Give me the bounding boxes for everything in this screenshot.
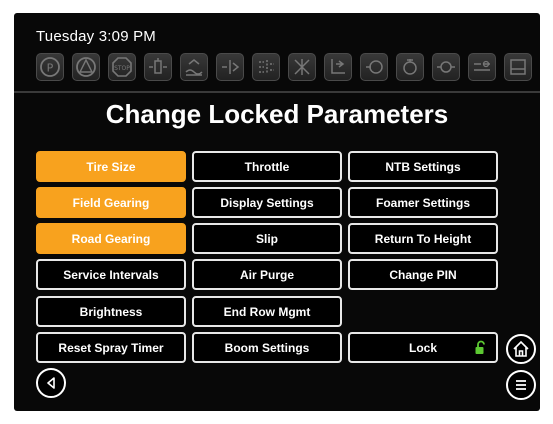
field-gearing-label: Field Gearing (72, 195, 150, 210)
return-to-height-label: Return To Height (374, 231, 472, 246)
foamer-settings-button[interactable]: Foamer Settings (348, 187, 498, 218)
return-to-height-button[interactable]: Return To Height (348, 223, 498, 254)
lock-label: Lock (408, 340, 437, 355)
boom-settings-button[interactable]: Boom Settings (192, 332, 342, 363)
throttle-button[interactable]: Throttle (192, 151, 342, 182)
status-datetime: Tuesday 3:09 PM (36, 28, 157, 45)
road-gearing-label: Road Gearing (71, 231, 151, 246)
stop-icon[interactable]: STOP (108, 53, 136, 81)
brightness-label: Brightness (79, 304, 143, 319)
reset-spray-timer-label: Reset Spray Timer (58, 340, 164, 355)
back-arrow-icon (47, 377, 55, 389)
fluid-level-icon[interactable] (468, 53, 496, 81)
nozzle-icon[interactable] (252, 53, 280, 81)
slip-label: Slip (255, 231, 278, 246)
home-button[interactable] (506, 334, 536, 364)
ntb-settings-button[interactable]: NTB Settings (348, 151, 498, 182)
air-purge-button[interactable]: Air Purge (192, 259, 342, 290)
road-gearing-button[interactable]: Road Gearing (36, 223, 186, 254)
spray-pattern-icon[interactable] (288, 53, 316, 81)
warning-icon[interactable] (72, 53, 100, 81)
boom-section-icon[interactable] (144, 53, 172, 81)
sprayer-flow-icon[interactable] (180, 53, 208, 81)
menu-button[interactable] (506, 370, 536, 400)
status-icon-bar: P STOP (36, 53, 536, 81)
display-screen: Tuesday 3:09 PM P STOP Change Locked Par… (14, 13, 540, 411)
pump-icon[interactable] (432, 53, 460, 81)
svg-text:STOP: STOP (114, 65, 130, 72)
air-purge-label: Air Purge (239, 267, 294, 282)
fuel-tank-icon[interactable] (504, 53, 532, 81)
tire-size-label: Tire Size (86, 159, 136, 174)
lock-button[interactable]: Lock (348, 332, 498, 363)
brightness-button[interactable]: Brightness (36, 296, 186, 327)
end-row-mgmt-label: End Row Mgmt (223, 304, 311, 319)
page-title: Change Locked Parameters (105, 99, 449, 129)
ntb-settings-label: NTB Settings (385, 159, 461, 174)
boom-settings-label: Boom Settings (224, 340, 310, 355)
parking-brake-icon[interactable]: P (36, 53, 64, 81)
boom-fold-icon[interactable] (216, 53, 244, 81)
reset-spray-timer-button[interactable]: Reset Spray Timer (36, 332, 186, 363)
back-button[interactable] (36, 368, 66, 398)
foamer-settings-label: Foamer Settings (375, 195, 471, 210)
rinse-icon[interactable] (324, 53, 352, 81)
end-row-mgmt-button[interactable]: End Row Mgmt (192, 296, 342, 327)
home-icon (513, 340, 529, 357)
service-intervals-button[interactable]: Service Intervals (36, 259, 186, 290)
svg-text:P: P (47, 62, 54, 75)
agitation-icon[interactable] (396, 53, 424, 81)
tank-icon[interactable] (360, 53, 388, 81)
display-settings-label: Display Settings (220, 195, 314, 210)
throttle-label: Throttle (244, 159, 290, 174)
unlock-icon (474, 340, 488, 359)
field-gearing-button[interactable]: Field Gearing (36, 187, 186, 218)
slip-button[interactable]: Slip (192, 223, 342, 254)
service-intervals-label: Service Intervals (63, 267, 159, 282)
header-divider (14, 91, 540, 93)
display-settings-button[interactable]: Display Settings (192, 187, 342, 218)
change-pin-label: Change PIN (389, 267, 457, 282)
menu-icon (516, 380, 526, 390)
change-pin-button[interactable]: Change PIN (348, 259, 498, 290)
tire-size-button[interactable]: Tire Size (36, 151, 186, 182)
